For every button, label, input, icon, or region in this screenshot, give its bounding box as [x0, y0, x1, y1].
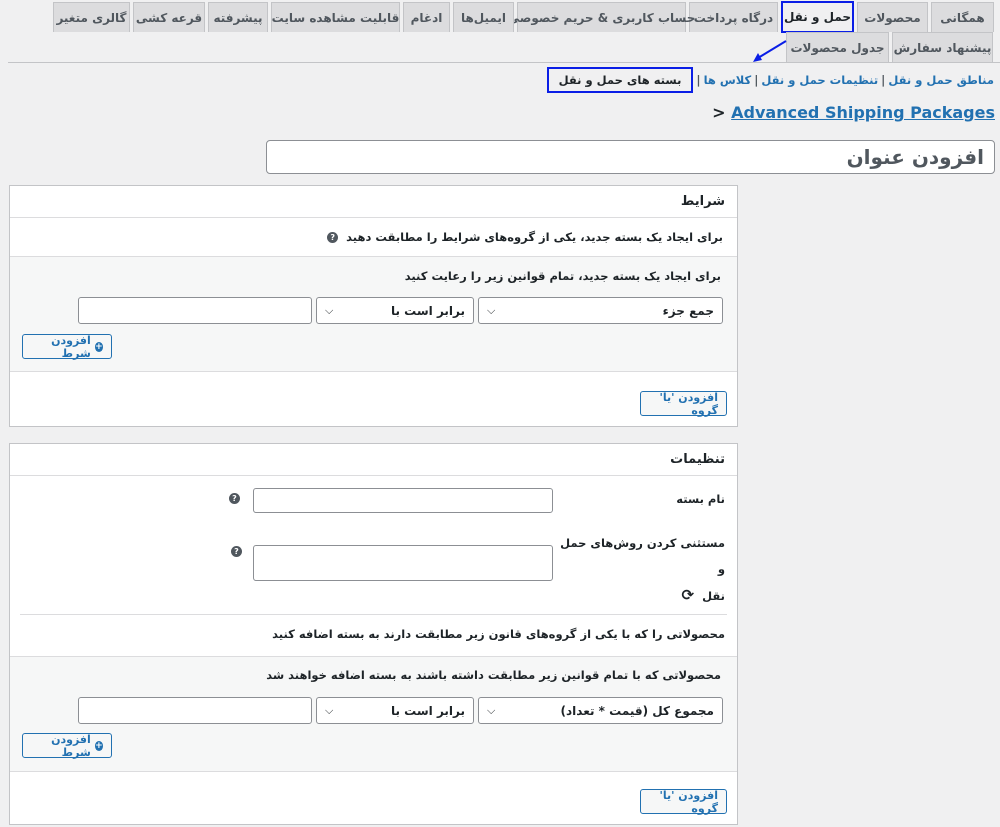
- title-placeholder: افزودن عنوان: [846, 145, 984, 169]
- settings-panel: تنظیمات نام بسته ? مستثنی کردن روش‌های ح…: [9, 443, 738, 825]
- tab-integration[interactable]: ادغام: [403, 2, 450, 32]
- subnav-separator: |: [696, 73, 701, 87]
- subnav-settings-link[interactable]: تنظیمات حمل و نقل: [761, 73, 878, 87]
- product-rule-operator-select[interactable]: برابر است با ⌵: [316, 697, 474, 724]
- add-condition-button[interactable]: + افزودن شرط: [22, 333, 112, 360]
- settings-heading: تنظیمات: [10, 444, 737, 476]
- package-name-input[interactable]: [253, 488, 553, 513]
- tab-advanced[interactable]: پیشرفته: [208, 2, 268, 32]
- exclude-methods-label-line2-row: نقل ⟳: [555, 582, 725, 609]
- conditions-intro-row: برای ایجاد یک بسته جدید، یکی از گروه‌های…: [10, 218, 737, 256]
- product-rule-group: محصولاتی که با تمام قوانین زیر مطابقت دا…: [10, 656, 737, 772]
- tab-products[interactable]: محصولات: [857, 2, 928, 32]
- add-condition-label: افزودن شرط: [51, 732, 91, 759]
- plus-circle-icon: +: [94, 341, 103, 352]
- chevron-down-icon: ⌵: [325, 303, 334, 317]
- tab-shipping[interactable]: حمل و نقل: [781, 1, 854, 33]
- tab-accounts-privacy[interactable]: حساب کاربری & حریم خصوصی: [508, 2, 695, 32]
- plus-circle-icon: +: [94, 740, 103, 751]
- condition-field-select[interactable]: جمع جزء ⌵: [478, 297, 723, 324]
- add-condition-button[interactable]: + افزودن شرط: [22, 732, 112, 759]
- conditions-intro: برای ایجاد یک بسته جدید، یکی از گروه‌های…: [346, 230, 723, 244]
- product-rule-operator-value: برابر است با: [390, 703, 465, 718]
- subnav-separator: |: [881, 73, 886, 87]
- add-or-group-label: افزودن 'یا' گروه: [659, 390, 718, 417]
- help-icon[interactable]: ?: [229, 493, 240, 504]
- tabs-divider: [8, 62, 1000, 63]
- breadcrumb-marker: >: [712, 103, 726, 122]
- settings-divider: [20, 614, 727, 615]
- advanced-shipping-packages-link[interactable]: Advanced Shipping Packages: [731, 103, 995, 122]
- conditions-panel: شرایط برای ایجاد یک بسته جدید، یکی از گر…: [9, 185, 738, 427]
- exclude-methods-label: مستثنی کردن روش‌های حمل و نقل ⟳: [555, 530, 725, 609]
- product-rule-group-intro: محصولاتی که با تمام قوانین زیر مطابقت دا…: [266, 668, 721, 682]
- tab-general[interactable]: همگانی: [931, 2, 994, 32]
- tab-variation-gallery[interactable]: گالری متغیر: [53, 2, 130, 32]
- product-rule-value-input[interactable]: [78, 697, 312, 724]
- tab-order-suggestion[interactable]: پیشنهاد سفارش: [892, 32, 993, 62]
- shipping-subnav: مناطق حمل و نقل | تنظیمات حمل و نقل | کل…: [546, 66, 994, 94]
- tab-payments[interactable]: درگاه پرداخت: [689, 2, 778, 32]
- subnav-separator: |: [754, 73, 759, 87]
- annotation-arrow-icon: [753, 40, 787, 62]
- add-or-group-button[interactable]: افزودن 'یا' گروه: [640, 390, 727, 417]
- tab-product-table[interactable]: جدول محصولات: [786, 32, 889, 62]
- condition-field-value: جمع جزء: [662, 303, 714, 318]
- chevron-down-icon: ⌵: [487, 303, 496, 317]
- product-rule-field-value: مجموع کل (قیمت * تعداد): [560, 703, 714, 718]
- exclude-methods-label-line1: مستثنی کردن روش‌های حمل و: [560, 536, 725, 576]
- tab-lottery[interactable]: قرعه کشی: [133, 2, 205, 32]
- condition-operator-value: برابر است با: [390, 303, 465, 318]
- package-name-label: نام بسته: [676, 492, 725, 506]
- settings-tabs: همگانی محصولات حمل و نقل درگاه پرداخت حس…: [0, 0, 1000, 63]
- add-or-group-label: افزودن 'یا' گروه: [659, 788, 718, 815]
- product-rule-field-select[interactable]: مجموع کل (قیمت * تعداد) ⌵: [478, 697, 723, 724]
- chevron-down-icon: ⌵: [325, 703, 334, 717]
- breadcrumb: > Advanced Shipping Packages: [712, 103, 995, 122]
- tab-emails[interactable]: ایمیل‌ها: [453, 2, 514, 32]
- condition-group-intro: برای ایجاد یک بسته جدید، تمام قوانین زیر…: [404, 269, 721, 283]
- subnav-packages-current[interactable]: بسته های حمل و نقل: [546, 67, 694, 93]
- help-icon[interactable]: ?: [231, 546, 242, 557]
- help-icon[interactable]: ?: [327, 231, 339, 243]
- subnav-classes-link[interactable]: کلاس ها: [704, 73, 752, 87]
- refresh-icon[interactable]: ⟳: [682, 586, 695, 604]
- exclude-methods-label-line2: نقل: [702, 589, 725, 603]
- condition-operator-select[interactable]: برابر است با ⌵: [316, 297, 474, 324]
- exclude-methods-select[interactable]: [253, 545, 553, 581]
- condition-group: برای ایجاد یک بسته جدید، تمام قوانین زیر…: [10, 256, 737, 372]
- add-or-group-button[interactable]: افزودن 'یا' گروه: [640, 788, 727, 815]
- add-condition-label: افزودن شرط: [51, 333, 91, 360]
- condition-value-input[interactable]: [78, 297, 312, 324]
- conditions-heading: شرایط: [10, 186, 737, 218]
- chevron-down-icon: ⌵: [487, 703, 496, 717]
- products-intro: محصولاتی را که با یکی از گروه‌های قانون …: [272, 627, 725, 641]
- tab-site-visibility[interactable]: قابلیت مشاهده سایت: [271, 2, 400, 32]
- title-input[interactable]: افزودن عنوان: [266, 140, 995, 174]
- subnav-zones-link[interactable]: مناطق حمل و نقل: [888, 73, 994, 87]
